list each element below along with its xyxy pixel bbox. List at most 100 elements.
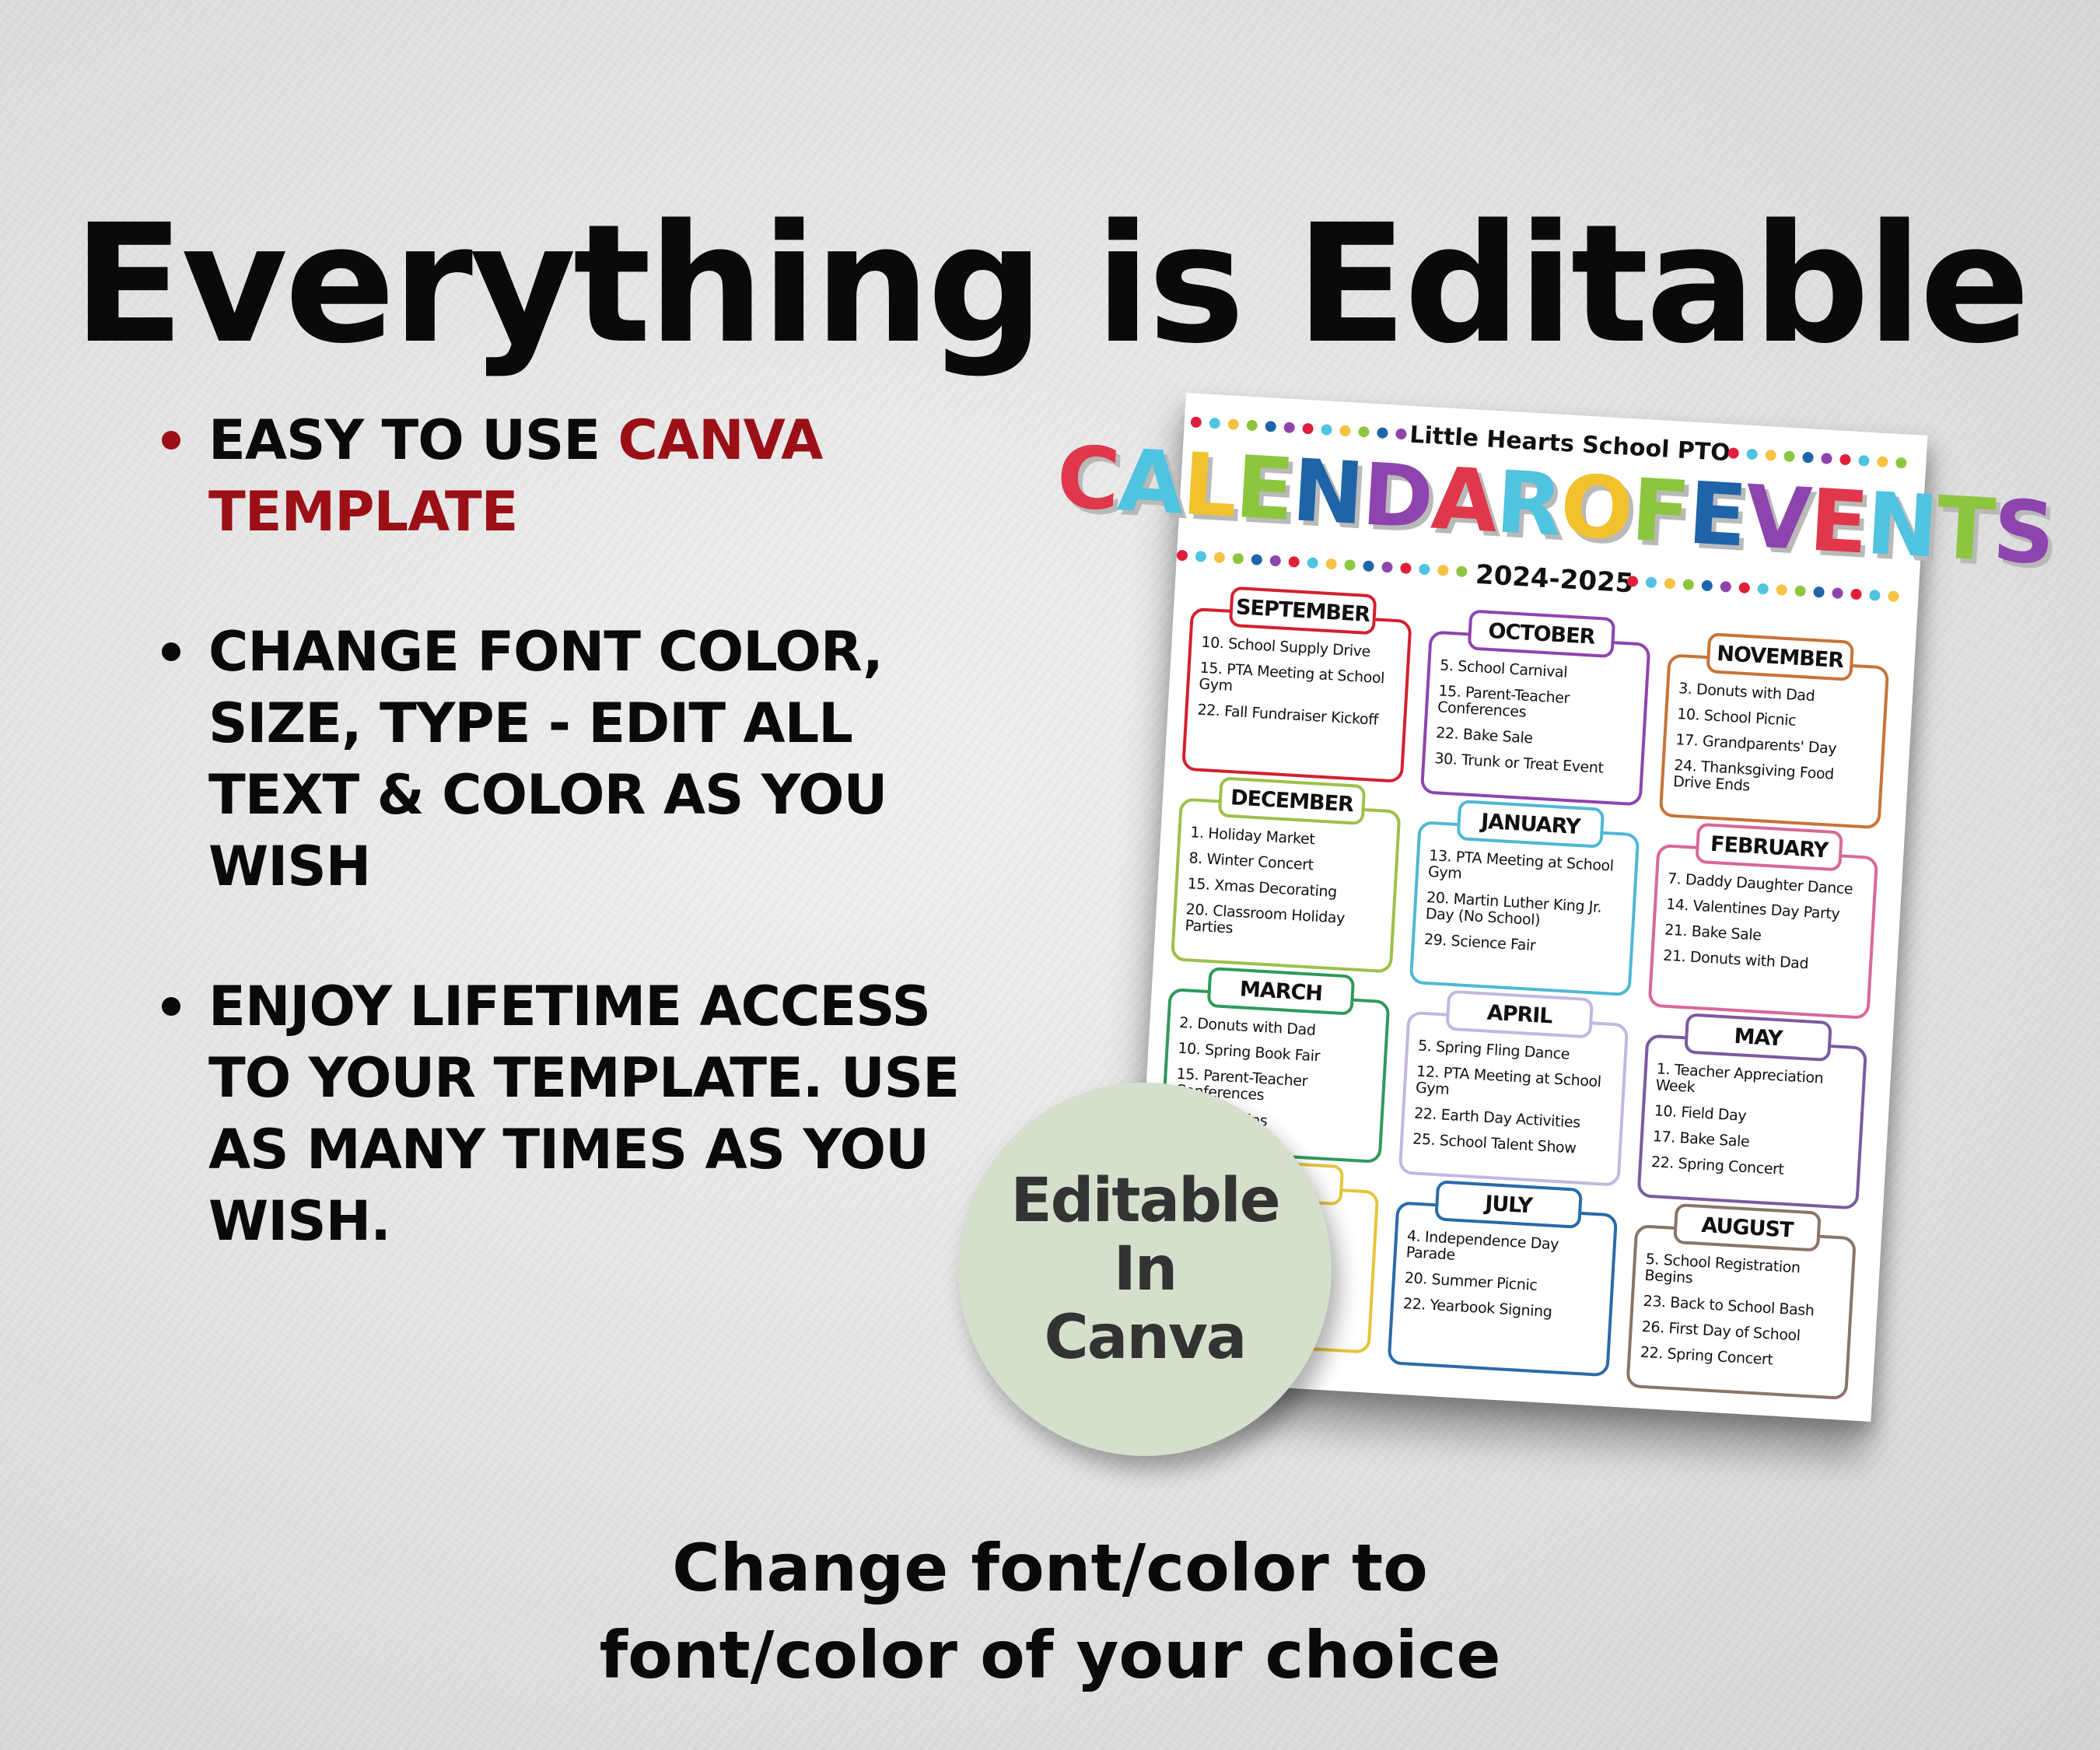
footer-line: font/color of your choice	[599, 1617, 1501, 1693]
title-letter: R	[1493, 452, 1564, 555]
decorative-dot	[1395, 428, 1407, 440]
event-list: 1. Holiday Market 8. Winter Concert 15. Xm…	[1184, 824, 1388, 954]
month-name: FEBRUARY	[1695, 822, 1843, 872]
title-letter: L	[1180, 434, 1239, 537]
decorative-dot	[1283, 422, 1296, 434]
decorative-dot	[1850, 588, 1862, 600]
month-name: DECEMBER	[1217, 776, 1367, 826]
event-list: 3. Donuts with Dad 10. School Picnic 17. G…	[1672, 680, 1877, 810]
decorative-dot	[1302, 422, 1314, 435]
title-letter: S	[1990, 481, 2056, 584]
decorative-dot	[1400, 562, 1412, 575]
event-item: 22. Earth Day Activities	[1413, 1104, 1581, 1132]
event-item: 20. Martin Luther King Jr. Day (No Schoo…	[1425, 888, 1602, 929]
event-item: 5. School Registration Begins	[1644, 1250, 1801, 1287]
decorative-dot	[1358, 425, 1370, 438]
month-card: NOVEMBER 3. Donuts with Dad 10. School Pic…	[1658, 632, 1890, 830]
decorative-dot	[1195, 551, 1207, 562]
decorative-dot	[1813, 586, 1825, 598]
decorative-dot	[1213, 551, 1226, 564]
event-item: 10. School Supply Drive	[1200, 633, 1371, 661]
event-item: 12. PTA Meeting at School Gym	[1415, 1062, 1602, 1098]
footer-line: Change font/color to	[672, 1530, 1428, 1606]
decorative-dot	[1802, 451, 1814, 464]
decorative-dot	[1738, 582, 1751, 594]
event-item: 24. Thanksgiving Food Drive Ends	[1672, 756, 1835, 795]
title-letter: F	[1629, 460, 1692, 563]
decorative-dot	[1325, 558, 1338, 570]
decorative-dot	[1821, 453, 1832, 464]
decorative-dot	[1783, 450, 1795, 463]
event-item: 15. Parent-Teacher Conferences	[1437, 682, 1570, 721]
title-letter: E	[1685, 463, 1748, 566]
decorative-dot	[1339, 425, 1351, 437]
decorative-dot	[1227, 418, 1240, 430]
feature-item: ENJOY LIFETIME ACCESS TO YOUR TEMPLATE. …	[156, 971, 972, 1257]
event-item: 21. Bake Sale	[1664, 921, 1762, 944]
decorative-dot	[1437, 565, 1449, 576]
month-name: NOVEMBER	[1706, 632, 1855, 681]
month-card: JANUARY 13. PTA Meeting at School Gym 20. …	[1409, 800, 1640, 997]
event-list: 5. School Carnival 15. Parent-Teacher Con…	[1433, 656, 1638, 787]
decorative-dot	[1645, 576, 1657, 589]
decorative-dot	[1321, 424, 1332, 436]
decorative-dot	[1682, 579, 1695, 590]
month-card: JULY 4. Independence Day Parade 20. Summer…	[1387, 1180, 1619, 1377]
decorative-dot	[1344, 559, 1356, 571]
badge-line: In	[1113, 1234, 1178, 1304]
decorative-dot	[1746, 448, 1759, 460]
feature-item: CHANGE FONT COLOR, SIZE, TYPE - EDIT ALL…	[156, 616, 972, 902]
title-letter: T	[1934, 477, 1997, 580]
month-card: AUGUST 5. School Registration Begins 23. B…	[1626, 1202, 1857, 1401]
title-letter: A	[1115, 430, 1186, 534]
decorative-dot	[1190, 416, 1202, 429]
decorative-dot	[1794, 585, 1807, 597]
badge-line: Editable	[1010, 1166, 1280, 1236]
month-name: JANUARY	[1456, 800, 1605, 849]
event-item: 8. Winter Concert	[1188, 849, 1314, 874]
event-list: 5. School Registration Begins 23. Back to…	[1640, 1251, 1844, 1381]
decorative-dot	[1895, 457, 1907, 469]
event-item: 7. Daddy Daughter Dance	[1667, 870, 1853, 898]
feature-item: EASY TO USE CANVA TEMPLATE	[156, 404, 972, 548]
event-item: 15. Xmas Decorating	[1187, 875, 1338, 901]
event-item: 23. Back to School Bash	[1643, 1292, 1815, 1320]
title-letter: V	[1742, 466, 1813, 570]
event-item: 22. Spring Concert	[1640, 1343, 1774, 1369]
event-item: 22. Bake Sale	[1435, 724, 1534, 747]
decorative-dot	[1381, 561, 1393, 573]
event-item: 22. Spring Concert	[1650, 1153, 1785, 1178]
event-item: 10. Field Day	[1654, 1102, 1747, 1125]
event-item: 20. Summer Picnic	[1404, 1269, 1538, 1294]
bullet-icon	[162, 431, 180, 450]
decorative-dot	[1288, 555, 1300, 568]
event-item: 22. Fall Fundraiser Kickoff	[1196, 701, 1379, 729]
feature-text: EASY TO USE	[208, 408, 618, 472]
title-letter: N	[1290, 440, 1366, 544]
month-name: AUGUST	[1673, 1202, 1822, 1252]
event-list: 5. Spring Fling Dance 12. PTA Meeting at …	[1412, 1038, 1616, 1168]
decorative-dot	[1419, 563, 1430, 576]
decorative-dot	[1876, 456, 1888, 468]
month-name: JULY	[1434, 1180, 1583, 1229]
decorative-dot	[1232, 552, 1244, 565]
event-list: 7. Daddy Daughter Dance 14. Valentines Da…	[1662, 870, 1866, 985]
decorative-dot	[1757, 583, 1769, 595]
feature-text: ENJOY LIFETIME ACCESS TO YOUR TEMPLATE. …	[208, 975, 960, 1253]
title-letter: A	[1429, 448, 1500, 552]
month-name: SEPTEMBER	[1228, 586, 1377, 635]
month-card: FEBRUARY 7. Daddy Daughter Dance 14. Valen…	[1647, 822, 1879, 1020]
decorative-dot	[1246, 419, 1258, 432]
bullet-icon	[162, 642, 180, 661]
event-item: 29. Science Fair	[1423, 930, 1536, 955]
bullet-icon	[162, 997, 180, 1016]
event-item: 25. School Talent Show	[1412, 1130, 1577, 1157]
month-name: MAY	[1684, 1013, 1832, 1062]
feature-list: EASY TO USE CANVA TEMPLATE CHANGE FONT C…	[156, 404, 972, 1325]
dot-border-top-right	[1727, 447, 1907, 469]
event-item: 26. First Day of School	[1641, 1318, 1801, 1345]
decorative-dot	[1858, 454, 1870, 467]
title-letter: N	[1864, 473, 1940, 577]
title-letter: O	[1557, 456, 1635, 560]
month-card: APRIL 5. Spring Fling Dance 12. PTA Meetin…	[1398, 989, 1629, 1187]
